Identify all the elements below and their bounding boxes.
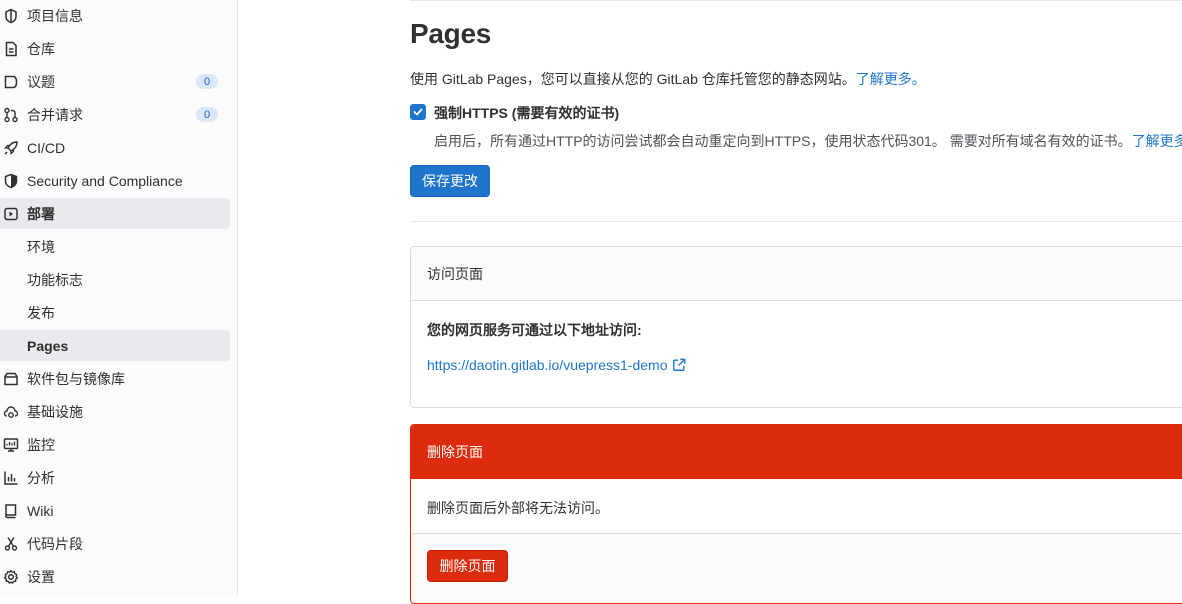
sidebar-item-label: 仓库 bbox=[27, 40, 55, 57]
sidebar-item-issues[interactable]: 议题 0 bbox=[0, 66, 230, 97]
sidebar-item-label: 软件包与镜像库 bbox=[27, 370, 125, 387]
sidebar-item-label: 议题 bbox=[27, 73, 55, 90]
check-icon bbox=[413, 108, 423, 116]
pages-url: https://daotin.gitlab.io/vuepress1-demo bbox=[427, 357, 668, 373]
chart-icon bbox=[3, 470, 19, 486]
sidebar-item-label: 设置 bbox=[27, 568, 55, 585]
sidebar-item-label: 分析 bbox=[27, 469, 55, 486]
sidebar: 项目信息 仓库 议题 0 合并请求 0 CI/CD Security and C… bbox=[0, 0, 238, 597]
intro-paragraph: 使用 GitLab Pages，您可以直接从您的 GitLab 仓库托管您的静态… bbox=[410, 69, 926, 89]
sidebar-item-snippets[interactable]: 代码片段 bbox=[0, 528, 230, 559]
sidebar-item-monitor[interactable]: 监控 bbox=[0, 429, 230, 460]
rocket-icon bbox=[3, 140, 19, 156]
card-header: 访问页面 bbox=[411, 247, 1182, 301]
package-icon bbox=[3, 371, 19, 387]
shield-icon bbox=[3, 173, 19, 189]
sidebar-subitem-releases[interactable]: 发布 bbox=[0, 297, 230, 328]
sidebar-item-label: 功能标志 bbox=[27, 271, 83, 288]
sidebar-item-analytics[interactable]: 分析 bbox=[0, 462, 230, 493]
sidebar-item-security[interactable]: Security and Compliance bbox=[0, 165, 230, 196]
pages-url-link[interactable]: https://daotin.gitlab.io/vuepress1-demo bbox=[427, 357, 686, 373]
access-text: 您的网页服务可通过以下地址访问: bbox=[427, 322, 642, 338]
sidebar-item-wiki[interactable]: Wiki bbox=[0, 495, 230, 526]
sidebar-subitem-feature-flags[interactable]: 功能标志 bbox=[0, 264, 230, 295]
sidebar-item-label: 环境 bbox=[27, 238, 55, 255]
sidebar-item-project-info[interactable]: 项目信息 bbox=[0, 0, 230, 31]
monitor-icon bbox=[3, 437, 19, 453]
danger-card-header: 删除页面 bbox=[411, 425, 1182, 479]
sidebar-item-label: 基础设施 bbox=[27, 403, 83, 420]
sidebar-item-deployments[interactable]: 部署 bbox=[0, 198, 230, 229]
force-https-label[interactable]: 强制HTTPS (需要有效的证书) bbox=[434, 103, 619, 123]
sidebar-item-label: 项目信息 bbox=[27, 7, 83, 24]
sidebar-item-label: Security and Compliance bbox=[27, 172, 183, 189]
sidebar-item-label: CI/CD bbox=[27, 139, 66, 156]
learn-more-link[interactable]: 了解更多。 bbox=[856, 71, 926, 87]
deployments-icon bbox=[3, 206, 19, 222]
intro-text: 使用 GitLab Pages，您可以直接从您的 GitLab 仓库托管您的静态… bbox=[410, 71, 856, 87]
count-badge: 0 bbox=[196, 107, 218, 122]
book-icon bbox=[3, 503, 19, 519]
sidebar-subitem-environments[interactable]: 环境 bbox=[0, 231, 230, 262]
page-title: Pages bbox=[410, 18, 491, 49]
sidebar-item-settings[interactable]: 设置 bbox=[0, 561, 230, 592]
danger-card-footer: 删除页面 bbox=[411, 533, 1182, 603]
sidebar-item-infrastructure[interactable]: 基础设施 bbox=[0, 396, 230, 427]
force-https-help: 启用后，所有通过HTTP的访问尝试都会自动重定向到HTTPS，使用状态代码301… bbox=[434, 131, 1182, 151]
sidebar-item-repository[interactable]: 仓库 bbox=[0, 33, 230, 64]
sidebar-item-label: 发布 bbox=[27, 304, 55, 321]
merge-request-icon bbox=[3, 107, 19, 123]
project-icon bbox=[3, 8, 19, 24]
force-https-help-text: 启用后，所有通过HTTP的访问尝试都会自动重定向到HTTPS，使用状态代码301… bbox=[434, 133, 1132, 149]
cloud-gear-icon bbox=[3, 404, 19, 420]
pages-settings: Pages 使用 GitLab Pages，您可以直接从您的 GitLab 仓库… bbox=[410, 0, 1182, 604]
remove-pages-card: 删除页面 删除页面后外部将无法访问。 删除页面 bbox=[410, 424, 1182, 604]
sidebar-item-label: 代码片段 bbox=[27, 535, 83, 552]
sidebar-item-label: 部署 bbox=[27, 205, 55, 222]
danger-text: 删除页面后外部将无法访问。 bbox=[427, 500, 609, 516]
access-pages-card: 访问页面 您的网页服务可通过以下地址访问: https://daotin.git… bbox=[410, 246, 1182, 408]
sidebar-item-cicd[interactable]: CI/CD bbox=[0, 132, 230, 163]
help-learn-more-link[interactable]: 了解更多 bbox=[1132, 133, 1182, 149]
sidebar-item-label: 合并请求 bbox=[27, 106, 83, 123]
sidebar-item-packages[interactable]: 软件包与镜像库 bbox=[0, 363, 230, 394]
issues-icon bbox=[3, 74, 19, 90]
sidebar-item-label: 监控 bbox=[27, 436, 55, 453]
external-link-icon bbox=[673, 358, 686, 371]
force-https-checkbox[interactable] bbox=[410, 104, 426, 120]
remove-pages-button[interactable]: 删除页面 bbox=[427, 550, 508, 582]
divider bbox=[410, 221, 1182, 222]
doc-icon bbox=[3, 41, 19, 57]
count-badge: 0 bbox=[196, 74, 218, 89]
save-changes-button[interactable]: 保存更改 bbox=[410, 165, 490, 197]
snippet-icon bbox=[3, 536, 19, 552]
sidebar-item-label: Wiki bbox=[27, 502, 54, 519]
sidebar-subitem-pages[interactable]: Pages bbox=[0, 330, 230, 361]
sidebar-item-label: Pages bbox=[27, 337, 69, 354]
settings-icon bbox=[3, 569, 19, 585]
sidebar-item-merge-requests[interactable]: 合并请求 0 bbox=[0, 99, 230, 130]
divider bbox=[410, 0, 1182, 1]
